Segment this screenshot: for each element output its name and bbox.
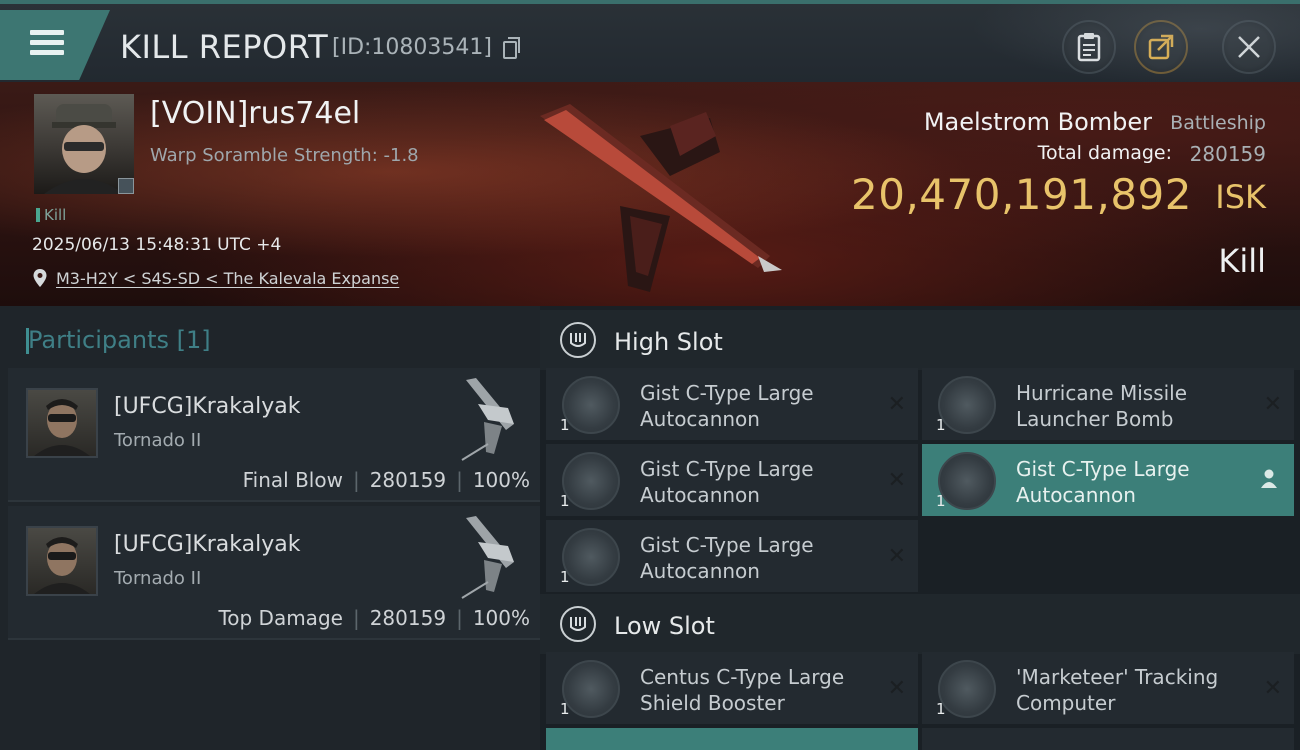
module-name: Gist C-Type Large Autocannon [640,457,814,507]
module-name: Gist C-Type Large Autocannon [640,381,814,431]
hamburger-menu-icon [30,30,64,56]
clipboard-icon [1077,33,1101,62]
shield-booster-icon [562,660,620,718]
fitting-panel: High Slot 1 Gist C-Type Large Autocannon… [540,306,1300,750]
module-name: Hurricane Missile Launcher Bomb [1016,381,1188,431]
participants-label: Participants [28,326,169,354]
module-name: Gist C-Type Large Autocannon [1016,457,1190,507]
isk-value: 20,470,191,892 [851,170,1192,219]
participant-name[interactable]: [UFCG]Krakalyak [114,532,300,557]
kill-tag-label: Kill [44,206,67,224]
module-name: Gist C-Type Large Autocannon [640,533,814,583]
participant-ship-icon[interactable] [448,512,528,602]
module-item-partial[interactable] [546,728,918,750]
participant-role: Final Blow [242,468,343,492]
high-slot-header: High Slot [540,310,1300,370]
menu-button[interactable] [0,10,110,80]
kill-timestamp: 2025/06/13 15:48:31 UTC +4 [32,235,282,255]
portrait-info-icon[interactable] [118,178,134,194]
module-item[interactable]: 1 Gist C-Type Large Autocannon ✕ [546,368,918,440]
stat-divider: | [352,606,360,630]
participants-header: Participants [1] [26,326,211,354]
result-label: Kill [1218,242,1266,280]
low-slot-header: Low Slot [540,594,1300,654]
share-icon [1148,34,1174,60]
autocannon-icon [562,376,620,434]
module-item[interactable]: 1 Gist C-Type Large Autocannon ✕ [546,520,918,592]
warp-scramble-strength: Warp Soramble Strength: -1.8 [150,145,419,166]
autocannon-icon [938,452,996,510]
remove-x-icon[interactable]: ✕ [888,544,906,569]
remove-x-icon[interactable]: ✕ [1264,676,1282,701]
close-button[interactable] [1222,20,1276,74]
module-quantity: 1 [936,416,946,434]
close-icon [1238,36,1260,58]
remove-x-icon[interactable]: ✕ [1264,392,1282,417]
participants-panel: Participants [1] [UFCG]Krakalyak Tornado… [0,306,540,750]
clipboard-button[interactable] [1062,20,1116,74]
participant-row[interactable]: [UFCG]Krakalyak Tornado II Top Damage | … [8,506,540,640]
kill-tag: Kill [36,206,66,224]
share-button[interactable] [1134,20,1188,74]
ship-image[interactable] [520,96,800,296]
module-quantity: 1 [936,700,946,718]
module-item[interactable]: 1 'Marketeer' Tracking Computer ✕ [922,652,1294,724]
module-item-partial[interactable] [922,728,1294,750]
module-quantity: 1 [936,492,946,510]
stat-divider: | [456,606,463,630]
missile-launcher-icon [938,376,996,434]
page-title: KILL REPORT [120,28,329,66]
participant-ship-icon[interactable] [448,374,528,464]
high-slot-title: High Slot [614,328,723,356]
high-slot-icon [560,322,596,358]
module-item-selected[interactable]: 1 Gist C-Type Large Autocannon [922,444,1294,516]
user-icon[interactable] [1260,468,1278,488]
ship-name: Maelstrom Bomber [923,108,1152,136]
autocannon-icon [562,528,620,586]
victim-name[interactable]: [VOIN]rus74el [150,96,360,131]
autocannon-icon [562,452,620,510]
module-quantity: 1 [560,568,570,586]
module-name: Centus C-Type Large Shield Booster [640,665,845,715]
victim-banner: [VOIN]rus74el Warp Soramble Strength: -1… [0,82,1300,306]
participant-role: Top Damage [218,606,343,630]
participant-percent: 100% [472,468,530,492]
module-quantity: 1 [560,700,570,718]
participant-stats: Final Blow | 280159 | 100% [243,468,530,492]
location-pin-icon [33,269,47,287]
remove-x-icon[interactable]: ✕ [888,676,906,701]
kill-location-link[interactable]: M3-H2Y < S4S-SD < The Kalevala Expanse [56,269,399,288]
report-id: [ID:10803541] [332,35,492,60]
module-quantity: 1 [560,416,570,434]
participant-ship: Tornado II [114,568,202,589]
total-damage-label: Total damage: [1037,142,1172,164]
ship-class: Battleship [1170,112,1266,134]
participant-ship: Tornado II [114,430,202,451]
participant-stats: Top Damage | 280159 | 100% [218,606,530,630]
module-quantity: 1 [560,492,570,510]
low-slot-icon [560,606,596,642]
top-bar: KILL REPORT [ID:10803541] [0,0,1300,86]
remove-x-icon[interactable]: ✕ [888,468,906,493]
stat-divider: | [456,468,463,492]
participant-damage: 280159 [369,606,447,630]
copy-icon[interactable] [503,37,520,59]
participant-avatar[interactable] [26,526,98,596]
participant-avatar[interactable] [26,388,98,458]
remove-x-icon[interactable]: ✕ [888,392,906,417]
module-name: 'Marketeer' Tracking Computer [1016,665,1219,715]
participants-count: [1] [176,326,211,354]
module-item[interactable]: 1 Gist C-Type Large Autocannon ✕ [546,444,918,516]
module-item[interactable]: 1 Centus C-Type Large Shield Booster ✕ [546,652,918,724]
total-damage-value: 280159 [1189,142,1266,166]
module-item[interactable]: 1 Hurricane Missile Launcher Bomb ✕ [922,368,1294,440]
participant-row[interactable]: [UFCG]Krakalyak Tornado II Final Blow | … [8,368,540,502]
low-slot-title: Low Slot [614,612,715,640]
participant-percent: 100% [472,606,530,630]
isk-unit: ISK [1215,178,1266,216]
stat-divider: | [352,468,360,492]
participant-name[interactable]: [UFCG]Krakalyak [114,394,300,419]
participant-damage: 280159 [369,468,447,492]
tracking-computer-icon [938,660,996,718]
